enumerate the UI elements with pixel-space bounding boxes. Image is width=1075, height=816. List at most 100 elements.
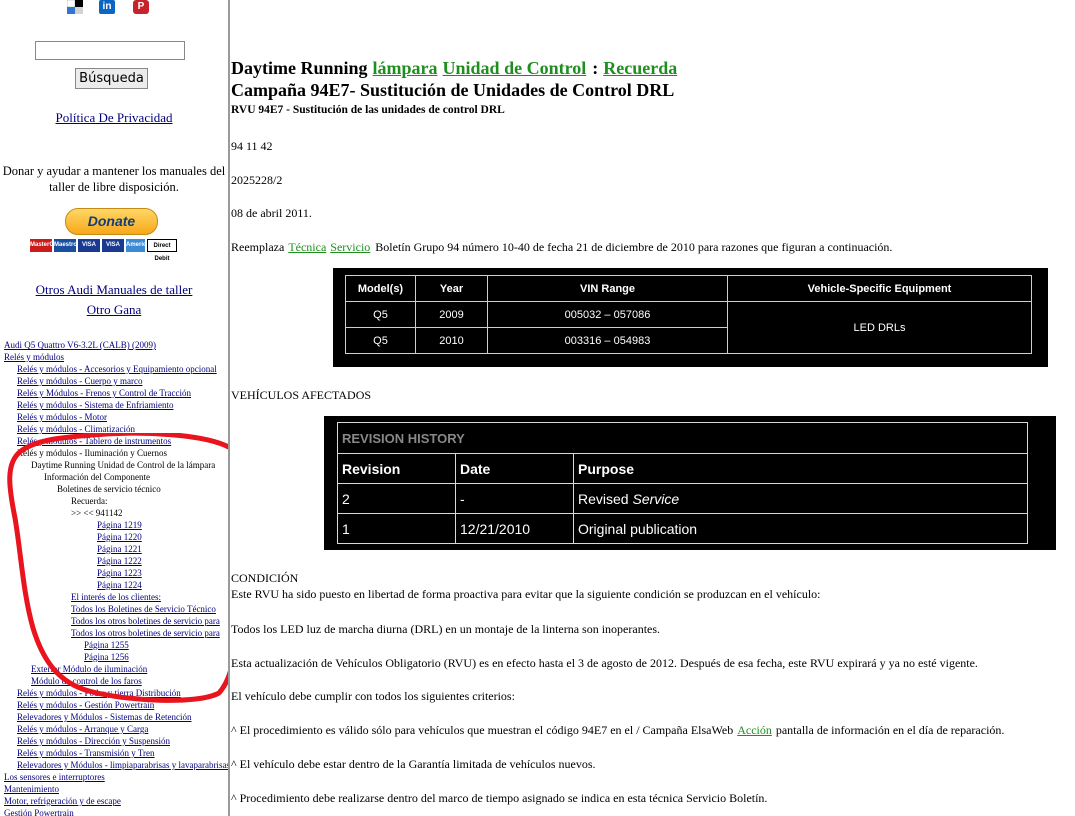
search-input[interactable] [35,41,185,60]
tree-item-link[interactable]: Relés y módulos - Dirección y Suspensión [17,736,170,746]
tree-item[interactable]: Motor, refrigeración y de escape [4,795,228,807]
tree-item-label: >> << 941142 [71,508,123,518]
tree-item-label: Daytime Running Unidad de Control de la … [31,460,216,470]
tree-item[interactable]: Relés y módulos - Gestión Powertrain [4,699,228,711]
tree-item-link[interactable]: Todos los Boletines de Servicio Técnico [71,604,216,614]
tree-item-link[interactable]: Página 1255 [84,640,129,650]
table-row: Q5 2009 005032 – 057086 LED DRLs [345,301,1032,354]
tecnica-link[interactable]: Técnica [288,240,326,254]
privacy-policy-link[interactable]: Política De Privacidad [56,110,173,125]
tree-item-link[interactable]: Todos los otros boletines de servicio pa… [71,628,220,638]
tree-item[interactable]: Relevadores y Módulos - limpiaparabrisas… [4,759,228,771]
tree-item-link[interactable]: Exterior Módulo de iluminación [31,664,147,674]
heading-link-unidad[interactable]: Unidad de Control [443,58,587,78]
revision-history-title: REVISION HISTORY [336,422,1029,454]
tree-item[interactable]: El interés de los clientes: [4,591,228,603]
linkedin-icon[interactable]: in [99,0,115,14]
tree-item-link[interactable]: El interés de los clientes: [71,592,161,602]
tree-item[interactable]: Audi Q5 Quattro V6-3.2L (CALB) (2009) [4,339,228,351]
tree-item[interactable]: Página 1222 [4,555,228,567]
tree-item-link[interactable]: Relés y módulos - Gestión Powertrain [17,700,154,710]
revision-table-image: REVISION HISTORY Revision Date Purpose 2… [324,416,1056,550]
search-button[interactable]: Búsqueda [75,68,148,89]
heading-link-recuerda[interactable]: Recuerda [603,58,677,78]
tree-item-link[interactable]: Relevadores y Módulos - Sistemas de Rete… [17,712,191,722]
replaces-paragraph: Reemplaza Técnica Servicio Boletín Grupo 94… [231,240,892,255]
tree-item: Relés y módulos - Iluminación y Cuernos [4,447,228,459]
tree-item[interactable]: Página 1223 [4,567,228,579]
tree-item[interactable]: Relés y módulos - Dirección y Suspensión [4,735,228,747]
other-manuals-link[interactable]: Otros Audi Manuales de taller [36,282,193,297]
tree-item-link[interactable]: Página 1219 [97,520,142,530]
tree-item-link[interactable]: Relés y módulos - Transmisión y Tren [17,748,155,758]
tree-item[interactable]: Gestión Powertrain [4,807,228,816]
table-row: 2 - Revised Service [337,483,1029,514]
tree-item[interactable]: Los sensores e interruptores [4,771,228,783]
heading-link-lampara[interactable]: lámpara [373,58,438,78]
tree-item[interactable]: Todos los Boletines de Servicio Técnico [4,603,228,615]
tree-item[interactable]: Mantenimiento [4,783,228,795]
tree-item-link[interactable]: Relés y módulos - Sistema de Enfriamient… [17,400,173,410]
tree-item-link[interactable]: Relés y módulos - Climatización [17,424,135,434]
tree-item[interactable]: Página 1219 [4,519,228,531]
tree-item[interactable]: Relés y módulos - Transmisión y Tren [4,747,228,759]
date-cell: 12/21/2010 [455,513,574,544]
tree-item-link[interactable]: Relés y módulos - Cuerpo y marco [17,376,142,386]
tree-item-link[interactable]: Gestión Powertrain [4,808,74,816]
tree-item-link[interactable]: Los sensores e interruptores [4,772,105,782]
tree-item[interactable]: Módulo de control de los faros [4,675,228,687]
tree-item[interactable]: Página 1220 [4,531,228,543]
tree-item[interactable]: Página 1255 [4,639,228,651]
led-text: Todos los LED luz de marcha diurna (DRL)… [231,622,661,636]
tree-item-link[interactable]: Relés y módulos - Poder y tierra Distrib… [17,688,181,698]
other-gana-container: Otro Gana [0,302,228,318]
page-title: Campaña 94E7- Sustitución de Unidades de… [231,80,675,100]
tree-item-link[interactable]: Todos los otros boletines de servicio pa… [71,616,220,626]
other-gana-link[interactable]: Otro Gana [87,302,142,317]
tree-item-link[interactable]: Página 1221 [97,544,142,554]
tree-item-link[interactable]: Módulo de control de los faros [31,676,142,686]
purpose-text: Original publication [578,520,698,537]
tree-item-link[interactable]: Relés y módulos [4,352,64,362]
accion-link[interactable]: Acción [737,723,772,737]
tree-item[interactable]: Relés y Módulos - Frenos y Control de Tr… [4,387,228,399]
tree-item[interactable]: Relés y módulos - Sistema de Enfriamient… [4,399,228,411]
tree-item[interactable]: Todos los otros boletines de servicio pa… [4,615,228,627]
tree-item-link[interactable]: Relés y Módulos - Frenos y Control de Tr… [17,388,191,398]
servicio-link[interactable]: Servicio [330,240,370,254]
tree-item[interactable]: Relés y módulos - Climatización [4,423,228,435]
tree-item-link[interactable]: Mantenimiento [4,784,59,794]
revision-cell: 1 [337,513,456,544]
tree-item[interactable]: Página 1224 [4,579,228,591]
donate-button[interactable]: Donate [65,208,158,235]
tree-item-link[interactable]: Página 1222 [97,556,142,566]
tree-item-link[interactable]: Relés y módulos - Arranque y Carga [17,724,148,734]
tree-item-link[interactable]: Página 1224 [97,580,142,590]
pinterest-icon[interactable]: P [133,0,149,14]
tree-item[interactable]: Relés y módulos - Tablero de instrumento… [4,435,228,447]
tree-item-link[interactable]: Página 1223 [97,568,142,578]
tree-item[interactable]: Exterior Módulo de iluminación [4,663,228,675]
tree-item[interactable]: Relés y módulos - Poder y tierra Distrib… [4,687,228,699]
tree-item-link[interactable]: Relés y módulos - Motor [17,412,107,422]
delicious-icon[interactable] [66,0,83,14]
tree-item[interactable]: Relés y módulos - Cuerpo y marco [4,375,228,387]
tree-item[interactable]: Página 1221 [4,543,228,555]
tree-item: Boletines de servicio técnico [4,483,228,495]
tree-item[interactable]: Página 1256 [4,651,228,663]
tree-item[interactable]: Relés y módulos - Accesorios y Equipamie… [4,363,228,375]
tree-item-link[interactable]: Relevadores y Módulos - limpiaparabrisas… [17,760,228,770]
tree-item-link[interactable]: Audi Q5 Quattro V6-3.2L (CALB) (2009) [4,340,156,350]
tree-item[interactable]: Relés y módulos - Motor [4,411,228,423]
tree-item-link[interactable]: Relés y módulos - Tablero de instrumento… [17,436,171,446]
tree-item-link[interactable]: Página 1220 [97,532,142,542]
tree-item-link[interactable]: Motor, refrigeración y de escape [4,796,121,806]
tree-item-link[interactable]: Página 1256 [84,652,129,662]
tree-item[interactable]: Todos los otros boletines de servicio pa… [4,627,228,639]
tree-item[interactable]: Relevadores y Módulos - Sistemas de Rete… [4,711,228,723]
tree-item[interactable]: Relés y módulos - Arranque y Carga [4,723,228,735]
card-icon: VISA Electron [102,239,126,261]
tree-item[interactable]: Relés y módulos [4,351,228,363]
table-header-row: Model(s) Year VIN Range Vehicle-Specific… [345,275,1032,302]
tree-item-link[interactable]: Relés y módulos - Accesorios y Equipamie… [17,364,217,374]
